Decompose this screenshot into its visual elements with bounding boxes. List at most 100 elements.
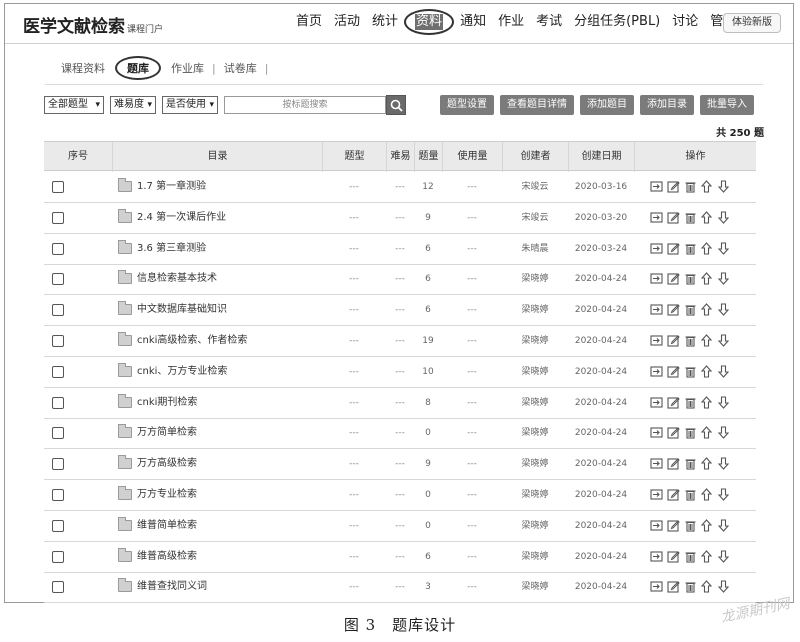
row-checkbox[interactable] <box>52 211 64 224</box>
row-checkbox[interactable] <box>52 304 64 317</box>
nav-item-8[interactable]: 讨论 <box>666 12 704 35</box>
arrow-down-icon[interactable] <box>718 396 731 409</box>
move-icon[interactable] <box>650 211 663 224</box>
arrow-down-icon[interactable] <box>718 550 731 563</box>
trash-icon[interactable] <box>684 488 697 501</box>
arrow-down-icon[interactable] <box>718 519 731 532</box>
row-title[interactable]: 信息检索基本技术 <box>137 264 217 294</box>
move-icon[interactable] <box>650 550 663 563</box>
nav-item-3[interactable]: 资料 <box>404 9 455 35</box>
edit-icon[interactable] <box>667 488 680 501</box>
arrow-down-icon[interactable] <box>718 303 731 317</box>
arrow-down-icon[interactable] <box>718 488 731 501</box>
edit-icon[interactable] <box>667 303 680 316</box>
trash-icon[interactable] <box>684 580 697 593</box>
nav-item-6[interactable]: 考试 <box>530 12 568 35</box>
arrow-down-icon[interactable] <box>718 272 731 286</box>
row-checkbox[interactable] <box>52 181 64 193</box>
edit-icon[interactable] <box>667 272 680 285</box>
nav-item-0[interactable]: 首页 <box>290 12 328 35</box>
nav-item-5[interactable]: 作业 <box>492 12 530 35</box>
trash-icon[interactable] <box>684 426 697 439</box>
trash-icon[interactable] <box>684 396 697 409</box>
move-icon[interactable] <box>650 396 663 409</box>
move-icon[interactable] <box>650 303 663 316</box>
move-icon[interactable] <box>650 334 663 347</box>
arrow-up-icon[interactable] <box>701 488 714 501</box>
edit-icon[interactable] <box>667 365 680 378</box>
edit-icon[interactable] <box>667 242 680 255</box>
trash-icon[interactable] <box>684 211 697 224</box>
arrow-up-icon[interactable] <box>701 334 714 347</box>
edit-icon[interactable] <box>667 334 680 347</box>
arrow-up-icon[interactable] <box>701 210 714 224</box>
move-icon[interactable] <box>650 580 663 593</box>
move-icon[interactable] <box>650 365 663 378</box>
trash-icon[interactable] <box>684 519 697 532</box>
arrow-up-icon[interactable] <box>701 272 714 285</box>
arrow-up-icon[interactable] <box>701 180 714 193</box>
row-title[interactable]: cnki期刊检索 <box>137 388 197 418</box>
edit-icon[interactable] <box>667 519 680 532</box>
arrow-down-icon[interactable] <box>718 457 731 471</box>
arrow-down-icon[interactable] <box>718 180 731 193</box>
trash-icon[interactable] <box>684 365 697 378</box>
arrow-down-icon[interactable] <box>718 580 731 594</box>
subtab-0[interactable]: 课程资料 <box>55 60 111 76</box>
row-title[interactable]: 维普查找同义词 <box>137 572 207 602</box>
subtab-3[interactable]: 试卷库 <box>218 60 263 76</box>
move-icon[interactable] <box>650 426 663 439</box>
edit-icon[interactable] <box>667 426 680 439</box>
arrow-down-icon[interactable] <box>718 334 731 347</box>
row-title[interactable]: 维普简单检索 <box>137 511 197 541</box>
arrow-up-icon[interactable] <box>701 518 714 532</box>
arrow-up-icon[interactable] <box>701 549 714 563</box>
trash-icon[interactable] <box>684 180 697 193</box>
difficulty-select[interactable]: 难易度 ▾ <box>110 96 156 114</box>
arrow-down-icon[interactable] <box>718 365 731 378</box>
arrow-down-icon[interactable] <box>718 211 731 224</box>
add-directory-button[interactable]: 添加目录 <box>640 95 694 115</box>
row-checkbox[interactable] <box>52 489 64 501</box>
subtab-2[interactable]: 作业库 <box>165 60 210 76</box>
add-question-button[interactable]: 添加题目 <box>580 95 634 115</box>
trash-icon[interactable] <box>684 303 697 316</box>
nav-item-7[interactable]: 分组任务(PBL) <box>568 12 666 35</box>
move-icon[interactable] <box>650 519 663 532</box>
arrow-up-icon[interactable] <box>701 426 714 439</box>
row-checkbox[interactable] <box>52 519 64 532</box>
trash-icon[interactable] <box>684 550 697 563</box>
row-title[interactable]: 万方专业检索 <box>137 480 197 510</box>
row-checkbox[interactable] <box>52 273 64 286</box>
row-title[interactable]: 万方简单检索 <box>137 418 197 448</box>
trash-icon[interactable] <box>684 334 697 347</box>
row-title[interactable]: 万方高级检索 <box>137 449 197 479</box>
search-input[interactable]: 按标题搜索 <box>224 96 386 114</box>
question-type-select[interactable]: 全部题型 ▾ <box>44 96 104 114</box>
arrow-up-icon[interactable] <box>701 395 714 409</box>
subtab-1[interactable]: 题库 <box>115 56 161 80</box>
nav-item-2[interactable]: 统计 <box>366 12 404 35</box>
used-select[interactable]: 是否使用 ▾ <box>162 96 218 114</box>
row-title[interactable]: 2.4 第一次课后作业 <box>137 203 226 233</box>
row-checkbox[interactable] <box>52 242 64 255</box>
edit-icon[interactable] <box>667 457 680 470</box>
arrow-up-icon[interactable] <box>701 457 714 470</box>
arrow-up-icon[interactable] <box>701 241 714 255</box>
view-question-details-button[interactable]: 查看题目详情 <box>500 95 574 115</box>
row-checkbox[interactable] <box>52 550 64 563</box>
row-title[interactable]: 维普高级检索 <box>137 542 197 572</box>
move-icon[interactable] <box>650 242 663 255</box>
row-title[interactable]: 3.6 第三章测验 <box>137 234 206 264</box>
row-checkbox[interactable] <box>52 458 64 471</box>
row-title[interactable]: cnki、万方专业检索 <box>137 357 227 387</box>
row-title[interactable]: cnki高级检索、作者检索 <box>137 326 247 356</box>
row-checkbox[interactable] <box>52 396 64 409</box>
edit-icon[interactable] <box>667 396 680 409</box>
arrow-down-icon[interactable] <box>718 426 731 440</box>
new-version-button[interactable]: 体验新版 <box>723 13 781 33</box>
row-checkbox[interactable] <box>52 427 64 440</box>
edit-icon[interactable] <box>667 550 680 563</box>
row-checkbox[interactable] <box>52 581 64 594</box>
nav-item-1[interactable]: 活动 <box>328 12 366 35</box>
